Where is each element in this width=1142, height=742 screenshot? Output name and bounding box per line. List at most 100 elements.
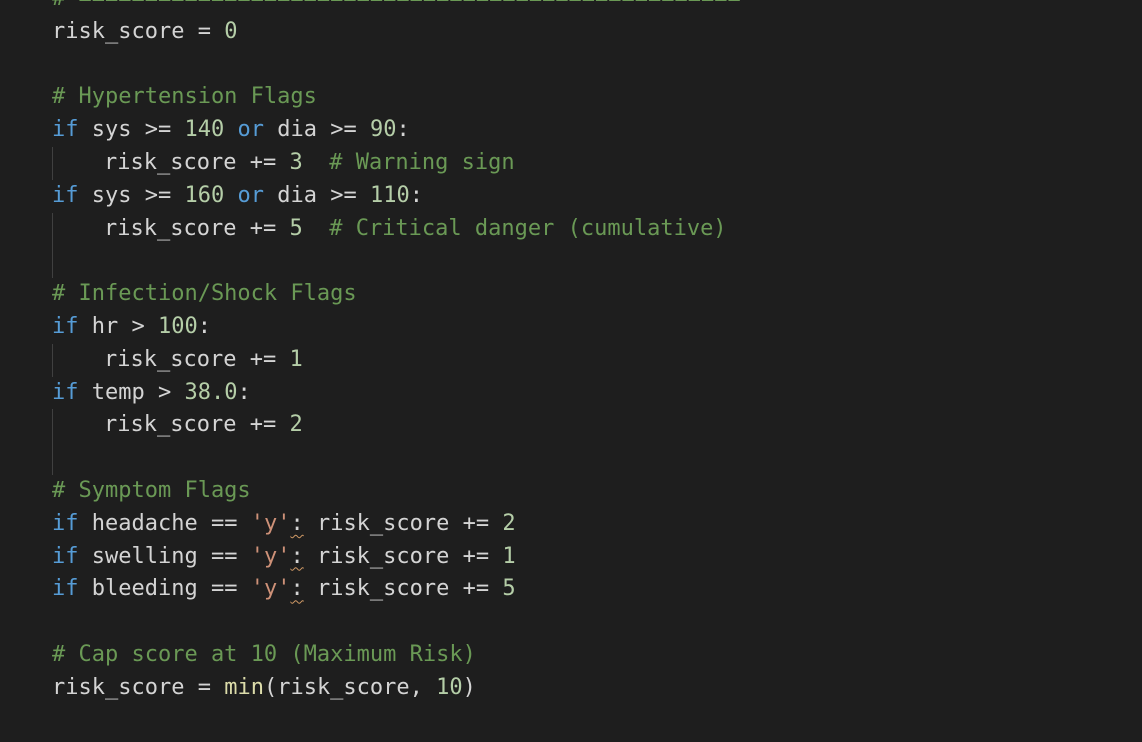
code-token-op: >	[157, 379, 172, 405]
code-token-num: 0	[224, 18, 238, 44]
code-token-op: +=	[249, 215, 277, 241]
code-line[interactable]: if hr > 100:	[52, 311, 741, 344]
code-token-var: sys	[78, 117, 145, 143]
code-line[interactable]: if sys >= 160 or dia >= 110:	[52, 180, 741, 213]
code-line[interactable]: ​	[52, 442, 741, 475]
code-line[interactable]: # Infection/Shock Flags	[52, 278, 741, 311]
code-line[interactable]: risk_score += 1	[52, 343, 741, 377]
code-line[interactable]: if temp > 38.0:	[52, 377, 741, 410]
code-token-var	[171, 183, 184, 208]
code-line[interactable]: if swelling == 'y': risk_score += 1	[52, 541, 741, 574]
code-token-comment: # Cap score at 10 (Maximum Risk)	[52, 641, 476, 667]
code-token-var: risk_score	[104, 149, 250, 175]
code-token-var: bleeding	[78, 576, 211, 602]
code-token-op: =	[184, 18, 225, 44]
code-content[interactable]: # ======================================…	[52, 0, 741, 705]
code-token-op: +=	[462, 576, 490, 602]
code-line[interactable]: risk_score += 3 # Warning sign	[52, 146, 741, 180]
code-line[interactable]: risk_score = 0	[52, 16, 741, 49]
code-token-comment: # Hypertension Flags	[52, 84, 317, 110]
code-token-punc: :	[197, 313, 211, 339]
code-token-kw: if	[52, 543, 79, 569]
code-token-var	[489, 544, 502, 569]
code-token-var: swelling	[78, 543, 211, 569]
code-line[interactable]: if headache == 'y': risk_score += 2	[52, 508, 741, 541]
code-token-num: 1	[289, 346, 303, 372]
code-token-var: risk_score,	[277, 674, 437, 700]
code-token-var	[276, 216, 289, 241]
code-line[interactable]: ​	[52, 245, 741, 279]
code-token-comment: # Symptom Flags	[52, 477, 251, 503]
code-token-str: 'y'	[250, 543, 291, 569]
code-token-var: risk_score	[104, 412, 250, 438]
code-token-kw: if	[52, 576, 79, 602]
code-token-kw: if	[52, 313, 79, 339]
code-token-var	[276, 412, 289, 437]
code-token-comment: # Infection/Shock Flags	[52, 281, 357, 307]
code-token-var	[303, 150, 330, 175]
code-token-num: 10	[436, 674, 463, 700]
code-token-op: +=	[462, 510, 490, 536]
code-line[interactable]: risk_score += 2	[52, 409, 741, 443]
code-token-op: ==	[210, 510, 238, 536]
code-line[interactable]: risk_score = min(risk_score, 10)	[52, 672, 741, 705]
code-line[interactable]: # Symptom Flags	[52, 475, 741, 508]
code-token-var: sys	[78, 182, 145, 208]
code-line[interactable]: # Cap score at 10 (Maximum Risk)	[52, 639, 741, 672]
code-token-var	[224, 183, 237, 208]
code-token-num: 160	[184, 182, 225, 208]
code-token-var	[224, 117, 237, 142]
code-editor[interactable]: # ======================================…	[0, 0, 1142, 742]
code-token-punc: (	[263, 674, 278, 700]
code-token-var	[237, 511, 250, 536]
indent-guide	[52, 146, 53, 180]
code-token-op: >=	[144, 182, 172, 208]
code-line[interactable]: risk_score += 5 # Critical danger (cumul…	[52, 212, 741, 246]
code-token-op: ==	[210, 576, 238, 602]
code-token-num: 5	[289, 215, 303, 241]
code-token-punc: :	[237, 379, 251, 405]
code-token-var: dia	[263, 182, 331, 208]
code-token-num: 90	[369, 117, 397, 143]
code-line[interactable]: if bleeding == 'y': risk_score += 5	[52, 573, 741, 606]
code-token-var: risk_score	[303, 543, 463, 569]
code-token-str: 'y'	[250, 510, 291, 536]
code-token-var: temp	[78, 379, 158, 405]
code-token-var: hr	[78, 313, 132, 339]
code-token-num: 2	[502, 510, 516, 536]
code-token-num: 110	[369, 182, 410, 208]
code-token-var: headache	[78, 510, 211, 536]
code-token-kw: if	[52, 182, 79, 208]
code-token-var: dia	[263, 117, 331, 143]
code-token-op: >=	[330, 117, 357, 143]
code-token-kw: if	[52, 510, 79, 536]
warning-squiggle-token: :	[290, 510, 304, 536]
code-token-op: +=	[249, 346, 277, 372]
code-token-num: 38.0	[184, 379, 238, 405]
code-token-comment: # ======================================…	[52, 0, 741, 11]
code-token-kw: if	[52, 117, 79, 143]
code-token-op: >=	[144, 117, 172, 143]
code-token-var	[171, 380, 184, 405]
code-token-var: risk_score	[52, 674, 185, 700]
code-line[interactable]: ​	[52, 606, 741, 639]
indent-guide	[52, 212, 53, 246]
code-token-op: =	[184, 674, 225, 700]
code-token-num: 3	[289, 149, 303, 175]
code-token-var: risk_score	[104, 346, 250, 372]
code-token-num: 5	[502, 576, 516, 602]
code-line[interactable]: # Hypertension Flags	[52, 81, 741, 114]
code-line[interactable]: # ======================================…	[52, 0, 741, 16]
warning-squiggle-token: :	[290, 543, 304, 569]
code-token-var	[303, 216, 330, 241]
code-line[interactable]: if sys >= 140 or dia >= 90:	[52, 114, 741, 147]
code-line[interactable]: ​	[52, 49, 741, 82]
code-token-var	[357, 183, 370, 208]
code-token-punc: )	[462, 674, 476, 700]
code-token-num: 1	[502, 543, 516, 569]
indent-guide	[52, 343, 53, 377]
code-token-var	[145, 314, 158, 339]
code-token-var: risk_score	[104, 215, 250, 241]
code-token-num: 140	[184, 117, 225, 143]
indent-guide	[52, 245, 53, 279]
